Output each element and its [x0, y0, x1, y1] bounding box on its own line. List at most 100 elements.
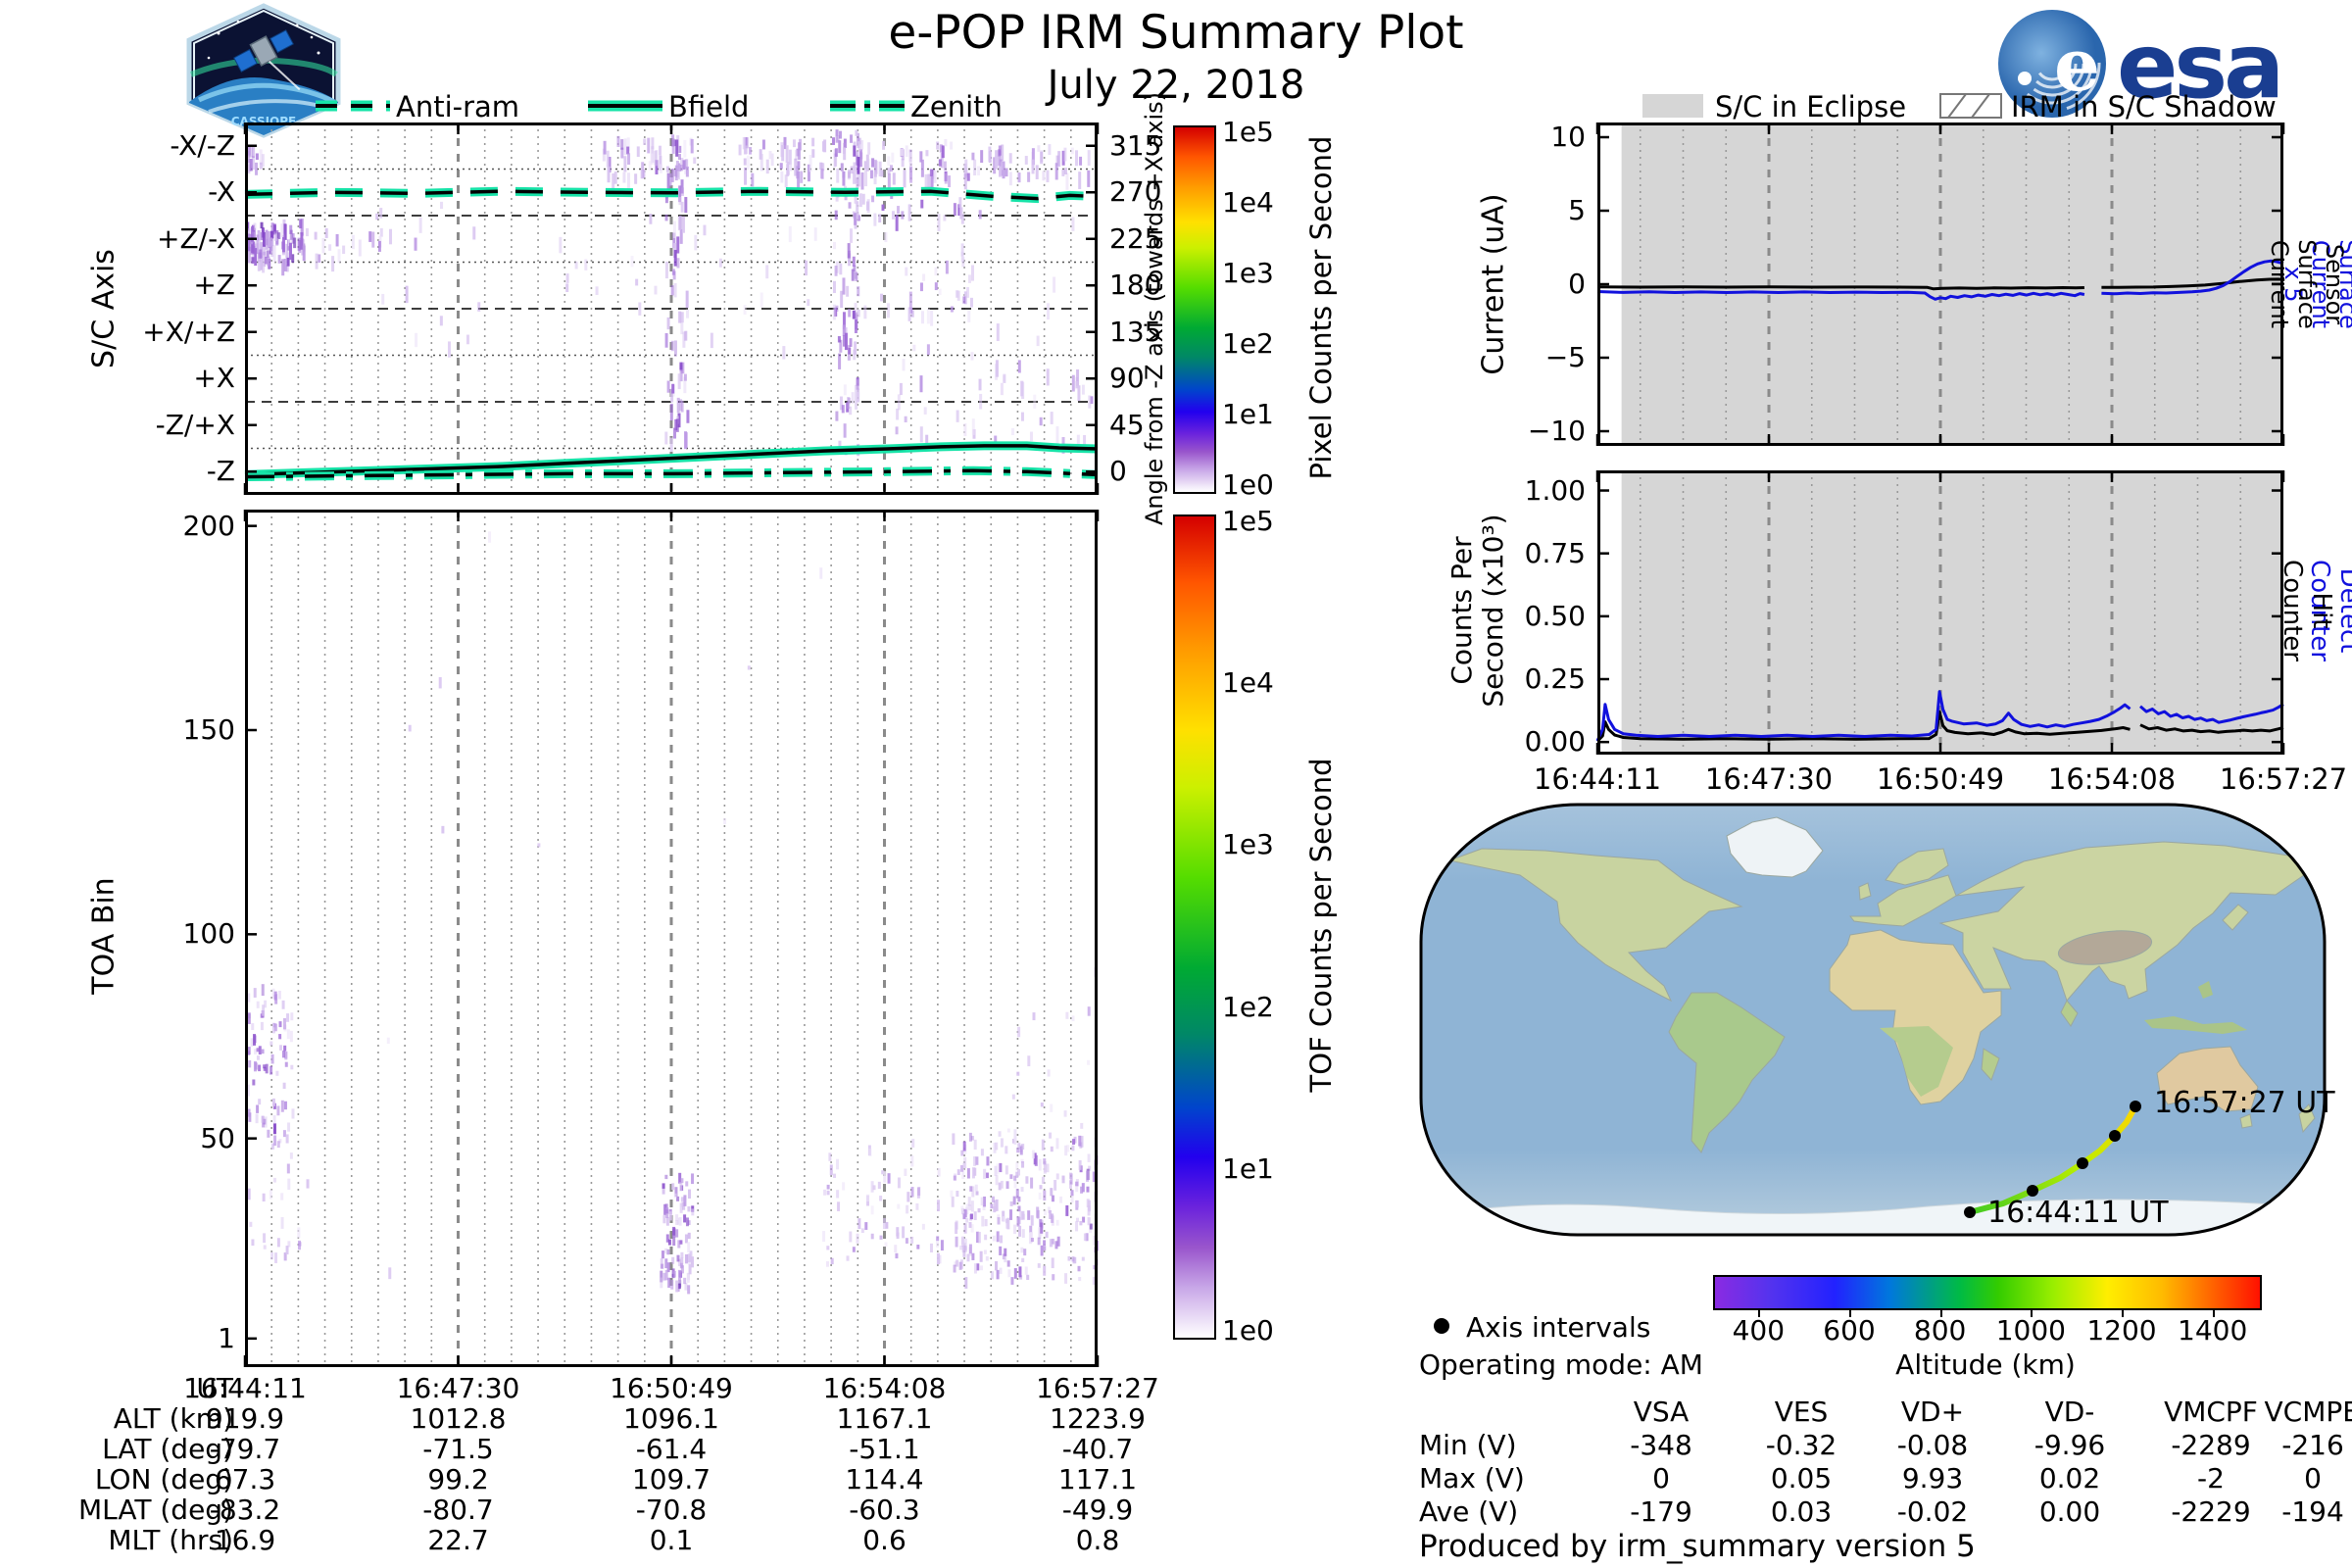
pixel-colorbar-tick: 1e0: [1222, 468, 1274, 501]
svg-cur-ytick: 5: [1568, 194, 1586, 226]
toa-tick-label: 200: [182, 509, 235, 542]
angle-tick-label: 315: [1109, 128, 1162, 162]
tof-colorbar-tick: 1e2: [1222, 990, 1274, 1023]
svg-cur-ytick: 10: [1550, 121, 1586, 153]
tof-counts-colorbar-label: TOF Counts per Second: [1304, 758, 1338, 1093]
toa-tick-label: 50: [200, 1121, 235, 1154]
time-tick-label: 16:44:11: [1533, 762, 1662, 796]
operating-mode: Operating mode: AM: [1419, 1348, 1703, 1381]
svg-cnt-ytick: 0.50: [1524, 599, 1586, 632]
ephemeris-value: 0.1: [649, 1524, 694, 1556]
volt-value: 0.03: [1770, 1495, 1833, 1528]
altitude-colorbar: [1713, 1275, 2262, 1310]
svg-cnt-ytick: 1.00: [1524, 473, 1586, 507]
sc-axis-category-label: -Z/+X: [155, 408, 235, 441]
spectrogram-ylabel: S/C Axis: [86, 249, 122, 368]
ephemeris-value: 16:50:49: [610, 1372, 733, 1404]
pixel-counts-colorbar: [1173, 125, 1216, 494]
svg-cnt-ytick: 0.00: [1524, 725, 1586, 759]
ephemeris-value: 1223.9: [1050, 1402, 1146, 1435]
toa-ylabel: TOA Bin: [86, 877, 122, 995]
ephemeris-value: 16:57:27: [1036, 1372, 1159, 1404]
tof-colorbar-tick: 1e0: [1222, 1314, 1274, 1347]
ephemeris-value: -40.7: [1061, 1433, 1134, 1465]
ephemeris-value: 1012.8: [410, 1402, 507, 1435]
altitude-tick-mark: [2031, 1308, 2034, 1317]
ephemeris-value: 117.1: [1057, 1463, 1138, 1495]
svg-cnt-ytick: 0.25: [1524, 662, 1586, 695]
volt-row-label: Max (V): [1419, 1462, 1525, 1494]
svg-cur-ytick: −10: [1527, 415, 1586, 447]
volt-value: 9.93: [1901, 1462, 1964, 1494]
sc-axis-category-label: -X/-Z: [170, 128, 235, 162]
pixel-counts-colorbar-label: Pixel Counts per Second: [1304, 135, 1338, 480]
pixel-colorbar-tick: 1e5: [1222, 116, 1274, 148]
produced-by-footer: Produced by irm_summary version 5: [1419, 1529, 1976, 1564]
ephemeris-value: 16:44:11: [183, 1372, 307, 1404]
time-tick-label: 16:54:08: [2047, 762, 2177, 796]
altitude-tick-mark: [2122, 1308, 2124, 1317]
volt-value: 0.05: [1770, 1462, 1833, 1494]
altitude-tick-mark: [1758, 1308, 1761, 1317]
ephemeris-value: -49.9: [1061, 1494, 1134, 1526]
page-date: July 22, 2018: [1047, 63, 1305, 108]
volt-value: -0.08: [1896, 1429, 1969, 1461]
irm-summary-page: CASSIOPE e-POP IRM Summary Plot July 22,…: [0, 0, 2352, 1568]
axis-intervals-label: Axis intervals: [1466, 1311, 1651, 1344]
page-title: e-POP IRM Summary Plot: [888, 6, 1464, 60]
ephemeris-value: 67.3: [214, 1463, 276, 1495]
volt-value: 0: [1652, 1462, 1670, 1494]
angle-tick-label: 0: [1109, 455, 1127, 488]
volt-column-header: VSA: [1633, 1396, 1690, 1428]
tof-colorbar-tick: 1e1: [1222, 1152, 1274, 1185]
ephemeris-value: -70.8: [635, 1494, 708, 1526]
altitude-tick-label: 1400: [2178, 1314, 2248, 1347]
toa-tick-label: 100: [182, 917, 235, 951]
volt-row-label: Min (V): [1419, 1429, 1517, 1461]
ephemeris-value: -71.5: [422, 1433, 494, 1465]
angle-tick-label: 45: [1109, 408, 1145, 441]
volt-value: -179: [1630, 1495, 1692, 1528]
volt-value: 0: [2304, 1462, 2322, 1494]
ephemeris-value: 1096.1: [623, 1402, 719, 1435]
pixel-colorbar-tick: 1e3: [1222, 257, 1274, 289]
angle-tick-label: 270: [1109, 175, 1162, 209]
pixel-colorbar-tick: 1e4: [1222, 186, 1274, 219]
sc-axis-category-label: -X: [208, 175, 235, 209]
legend-line-dashdot: [830, 100, 905, 112]
tof-colorbar-tick: 1e4: [1222, 666, 1274, 700]
time-tick-label: 16:47:30: [1704, 762, 1834, 796]
time-tick-label: 16:57:27: [2219, 762, 2348, 796]
svg-cnt-ytick: 0.75: [1524, 536, 1586, 569]
ephemeris-value: -51.1: [849, 1433, 920, 1465]
pixel-colorbar-tick: 1e2: [1222, 327, 1274, 360]
toa-tick-label: 1: [218, 1321, 235, 1354]
volt-value: -216: [2281, 1429, 2344, 1461]
ephemeris-value: 1167.1: [836, 1402, 933, 1435]
ephemeris-value: 0.6: [862, 1524, 906, 1556]
altitude-colorbar-label: Altitude (km): [1895, 1348, 2076, 1381]
sc-axis-category-label: +X: [193, 362, 235, 395]
svg-cur-ytick: −5: [1544, 341, 1586, 373]
tof-colorbar-tick: 1e5: [1222, 505, 1274, 537]
volt-column-header: VCMPB: [2264, 1396, 2352, 1428]
ephemeris-value: -61.4: [635, 1433, 708, 1465]
ground-track-map: [1419, 803, 2327, 1237]
sc-axis-spectrogram-plot: [243, 122, 1100, 495]
ephemeris-value: 16:54:08: [822, 1372, 947, 1404]
ephemeris-value: 109.7: [631, 1463, 711, 1495]
eclipse-legend-swatches: [1642, 93, 2002, 119]
ephemeris-value: 114.4: [845, 1463, 924, 1495]
ephemeris-value: 0.8: [1075, 1524, 1120, 1556]
altitude-tick-mark: [1939, 1308, 1942, 1317]
sc-axis-category-label: +Z/-X: [157, 221, 235, 255]
axis-intervals-dot-icon: [1434, 1318, 1449, 1334]
volt-column-header: VD+: [1900, 1396, 1965, 1428]
volt-value: -0.02: [1896, 1495, 1969, 1528]
svg-cur-ytick: 0: [1568, 268, 1586, 300]
volt-value: -348: [1630, 1429, 1692, 1461]
ephemeris-value: 16:47:30: [396, 1372, 520, 1404]
hit-counter-label: Hit Counter: [2278, 560, 2336, 662]
legend-label: Zenith: [910, 90, 1003, 123]
ephemeris-value: 99.2: [427, 1463, 489, 1495]
